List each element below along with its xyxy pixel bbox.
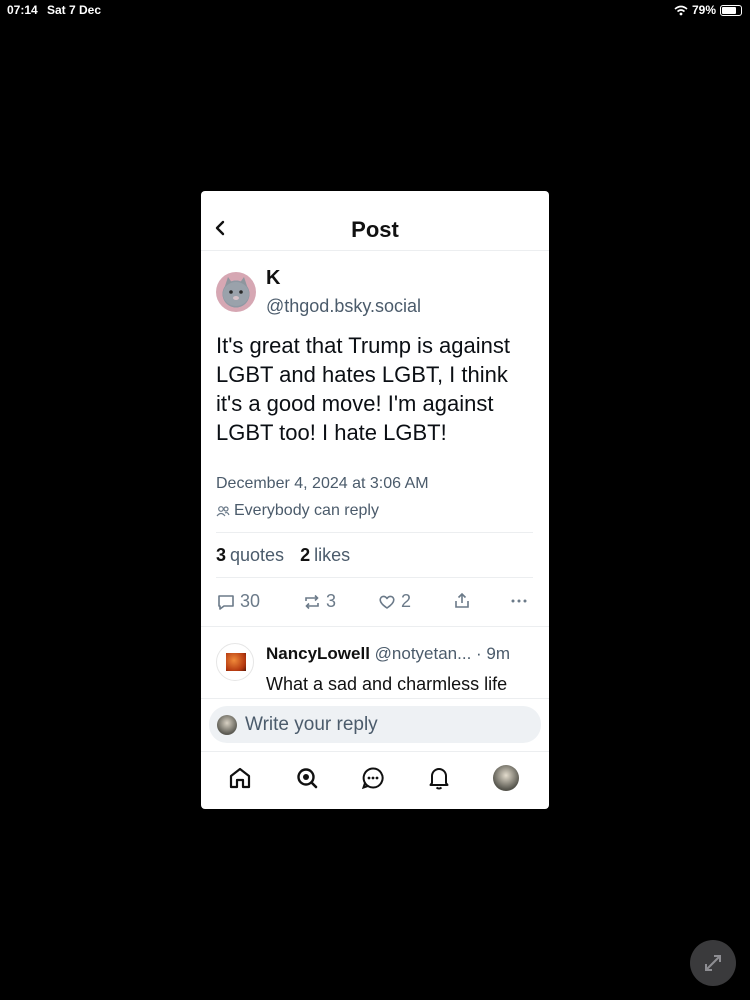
search-icon[interactable]: [294, 765, 320, 791]
share-icon: [455, 592, 469, 608]
page-title: Post: [351, 217, 399, 242]
repost-count: 3: [326, 591, 337, 611]
people-icon: [216, 506, 230, 517]
reply-button[interactable]: 30: [216, 591, 260, 612]
quotes-label: quotes: [230, 545, 285, 565]
status-bar: 07:14 Sat 7 Dec 79%: [0, 0, 750, 20]
reply-setting-label: Everybody can reply: [234, 502, 379, 519]
home-icon[interactable]: [227, 765, 253, 791]
reply-avatar[interactable]: [216, 643, 254, 681]
reply-text[interactable]: What a sad and charmless life: [266, 674, 507, 695]
like-count: 2: [401, 591, 412, 611]
battery-level: [722, 6, 737, 14]
wifi-icon: [674, 5, 688, 15]
more-options-button[interactable]: [509, 591, 529, 611]
battery-icon: [720, 4, 742, 16]
composer-placeholder: Write your reply: [245, 713, 378, 735]
post-window: Post K @thgod.bsky.social It's great tha…: [201, 191, 549, 809]
share-button[interactable]: [452, 591, 472, 611]
chat-icon[interactable]: [360, 765, 386, 791]
reply-author-name[interactable]: NancyLowell: [266, 644, 370, 663]
reply-header[interactable]: NancyLowell @notyetan... · 9m: [266, 644, 510, 664]
quotes-stat[interactable]: 3 quotes: [216, 545, 284, 566]
author-name[interactable]: K: [266, 267, 280, 290]
author-handle[interactable]: @thgod.bsky.social: [266, 296, 421, 317]
reply-time: · 9m: [476, 644, 511, 663]
post-stats: 3 quotes 2 likes: [216, 545, 350, 566]
like-button[interactable]: 2: [377, 591, 411, 612]
battery-percent: 79%: [691, 3, 716, 17]
quotes-count: 3: [216, 545, 227, 565]
status-time: 07:14: [7, 3, 38, 17]
bell-icon[interactable]: [426, 765, 452, 791]
likes-stat[interactable]: 2 likes: [300, 545, 350, 566]
post-text: It's great that Trump is against LGBT an…: [216, 333, 511, 445]
divider: [201, 626, 549, 627]
author-avatar[interactable]: [216, 272, 256, 312]
profile-avatar[interactable]: [493, 765, 519, 791]
repost-button[interactable]: 3: [302, 591, 336, 612]
reply-avatar-image: [226, 653, 246, 671]
reply-setting[interactable]: Everybody can reply: [216, 502, 379, 520]
expand-icon: [705, 955, 721, 971]
post-actions: 30 3 2: [216, 591, 533, 613]
likes-label: likes: [314, 545, 351, 565]
divider: [216, 532, 533, 533]
expand-button[interactable]: [690, 940, 736, 986]
status-date: Sat 7 Dec: [47, 3, 102, 17]
comment-icon: [218, 594, 234, 610]
ellipsis-icon: [511, 599, 527, 603]
divider: [201, 698, 549, 699]
repost-icon: [305, 594, 319, 609]
status-right: 79%: [674, 3, 742, 17]
likes-count: 2: [300, 545, 311, 565]
heart-icon: [379, 595, 395, 609]
divider: [216, 577, 533, 578]
composer-avatar: [217, 714, 237, 735]
bottom-tab-bar: [201, 751, 549, 809]
cat-avatar-icon: [223, 277, 249, 306]
post-date: December 4, 2024 at 3:06 AM: [216, 475, 429, 492]
reply-count: 30: [240, 591, 261, 611]
header: Post: [201, 191, 549, 251]
reply-composer[interactable]: Write your reply: [209, 706, 541, 743]
reply-author-handle[interactable]: @notyetan...: [375, 644, 472, 663]
